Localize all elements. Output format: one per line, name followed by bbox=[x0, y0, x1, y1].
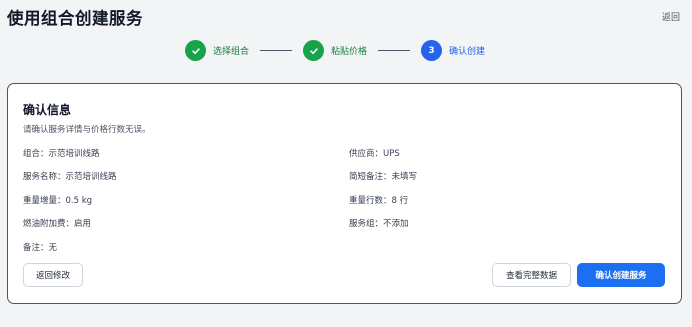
field-weight-increment: 重量增量：0.5 kg bbox=[23, 196, 93, 206]
check-icon bbox=[303, 40, 325, 61]
back-link[interactable]: 返回 bbox=[662, 10, 680, 23]
step-confirm-create: 3 确认创建 bbox=[421, 40, 485, 61]
view-full-data-button[interactable]: 查看完整数据 bbox=[492, 263, 571, 287]
confirm-card: 确认信息 请确认服务详情与价格行数无误。 组合：示范培训线路 供应商：UPS 服… bbox=[7, 83, 682, 304]
step-label: 选择组合 bbox=[213, 47, 250, 57]
step-paste-price: 粘贴价格 bbox=[303, 40, 367, 61]
stepper: 选择组合 粘贴价格 3 确认创建 bbox=[185, 40, 485, 61]
step-label: 确认创建 bbox=[449, 47, 486, 57]
card-title: 确认信息 bbox=[23, 103, 72, 117]
step-number: 3 bbox=[421, 40, 443, 61]
field-weight-rows: 重量行数：8 行 bbox=[349, 196, 409, 206]
field-service-name: 服务名称：示范培训线路 bbox=[23, 172, 117, 182]
field-remark: 备注：无 bbox=[23, 243, 58, 253]
field-short-note: 简短备注：未填写 bbox=[349, 172, 418, 182]
page-title: 使用组合创建服务 bbox=[7, 9, 143, 28]
step-label: 粘贴价格 bbox=[331, 47, 368, 57]
card-subtitle: 请确认服务详情与价格行数无误。 bbox=[23, 125, 151, 135]
step-connector bbox=[378, 49, 411, 52]
check-icon bbox=[185, 40, 206, 61]
back-edit-button[interactable]: 返回修改 bbox=[23, 263, 83, 287]
field-fuel-surcharge: 燃油附加费：启用 bbox=[23, 219, 92, 229]
field-combo: 组合：示范培训线路 bbox=[23, 149, 100, 159]
step-select-combo: 选择组合 bbox=[185, 40, 249, 61]
field-service-group: 服务组：不添加 bbox=[349, 219, 409, 229]
field-supplier: 供应商：UPS bbox=[349, 149, 400, 159]
confirm-create-button[interactable]: 确认创建服务 bbox=[577, 263, 665, 287]
step-connector bbox=[260, 49, 293, 52]
